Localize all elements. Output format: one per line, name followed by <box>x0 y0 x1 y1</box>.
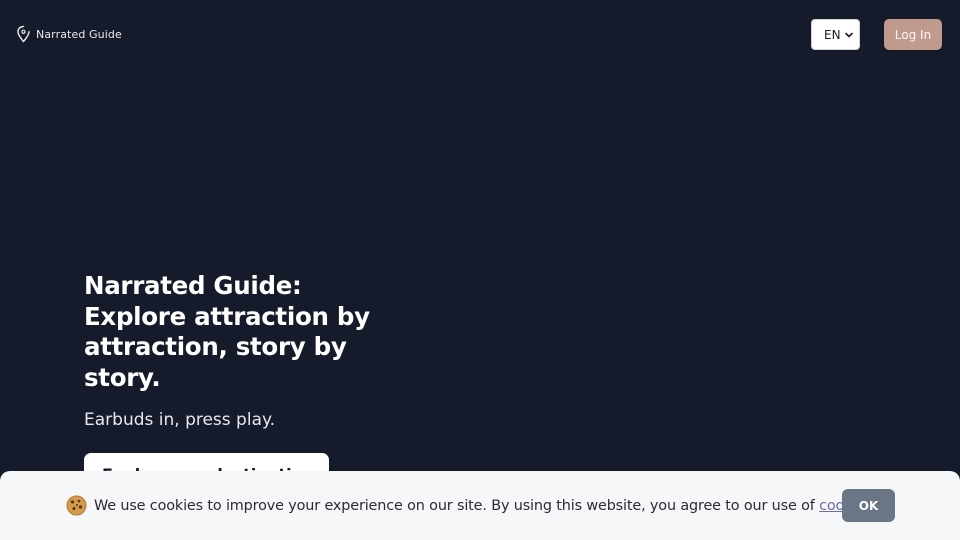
cookie-message: We use cookies to improve your experienc… <box>94 498 877 514</box>
language-select[interactable]: EN <box>811 19 860 50</box>
hero-title-line: attraction, story by <box>84 332 347 361</box>
hero-section: Narrated Guide: Explore attraction by at… <box>84 271 404 431</box>
hero-title-line: Narrated Guide: <box>84 271 302 300</box>
login-button[interactable]: Log In <box>884 19 942 50</box>
hero-title-line: Explore attraction by <box>84 301 370 331</box>
cookie-icon <box>66 495 87 516</box>
cookie-message-text: We use cookies to improve your experienc… <box>94 498 820 514</box>
hero-subtitle: Earbuds in, press play. <box>84 410 276 430</box>
brand-name: Narrated Guide <box>36 27 122 41</box>
language-selected-value: EN <box>824 27 841 42</box>
top-bar: Narrated Guide EN Log In <box>0 0 960 68</box>
brand-logo-link[interactable]: Narrated Guide <box>16 25 122 43</box>
page: Narrated Guide EN Log In Narrated Guide:… <box>0 0 960 540</box>
cookie-banner: We use cookies to improve your experienc… <box>0 471 960 540</box>
hero-title-line: story. <box>84 362 161 392</box>
map-pin-icon <box>17 25 30 43</box>
cookie-ok-button[interactable]: OK <box>842 489 895 522</box>
hero-title: Narrated Guide: Explore attraction by at… <box>84 271 404 393</box>
chevron-down-icon <box>845 32 853 38</box>
